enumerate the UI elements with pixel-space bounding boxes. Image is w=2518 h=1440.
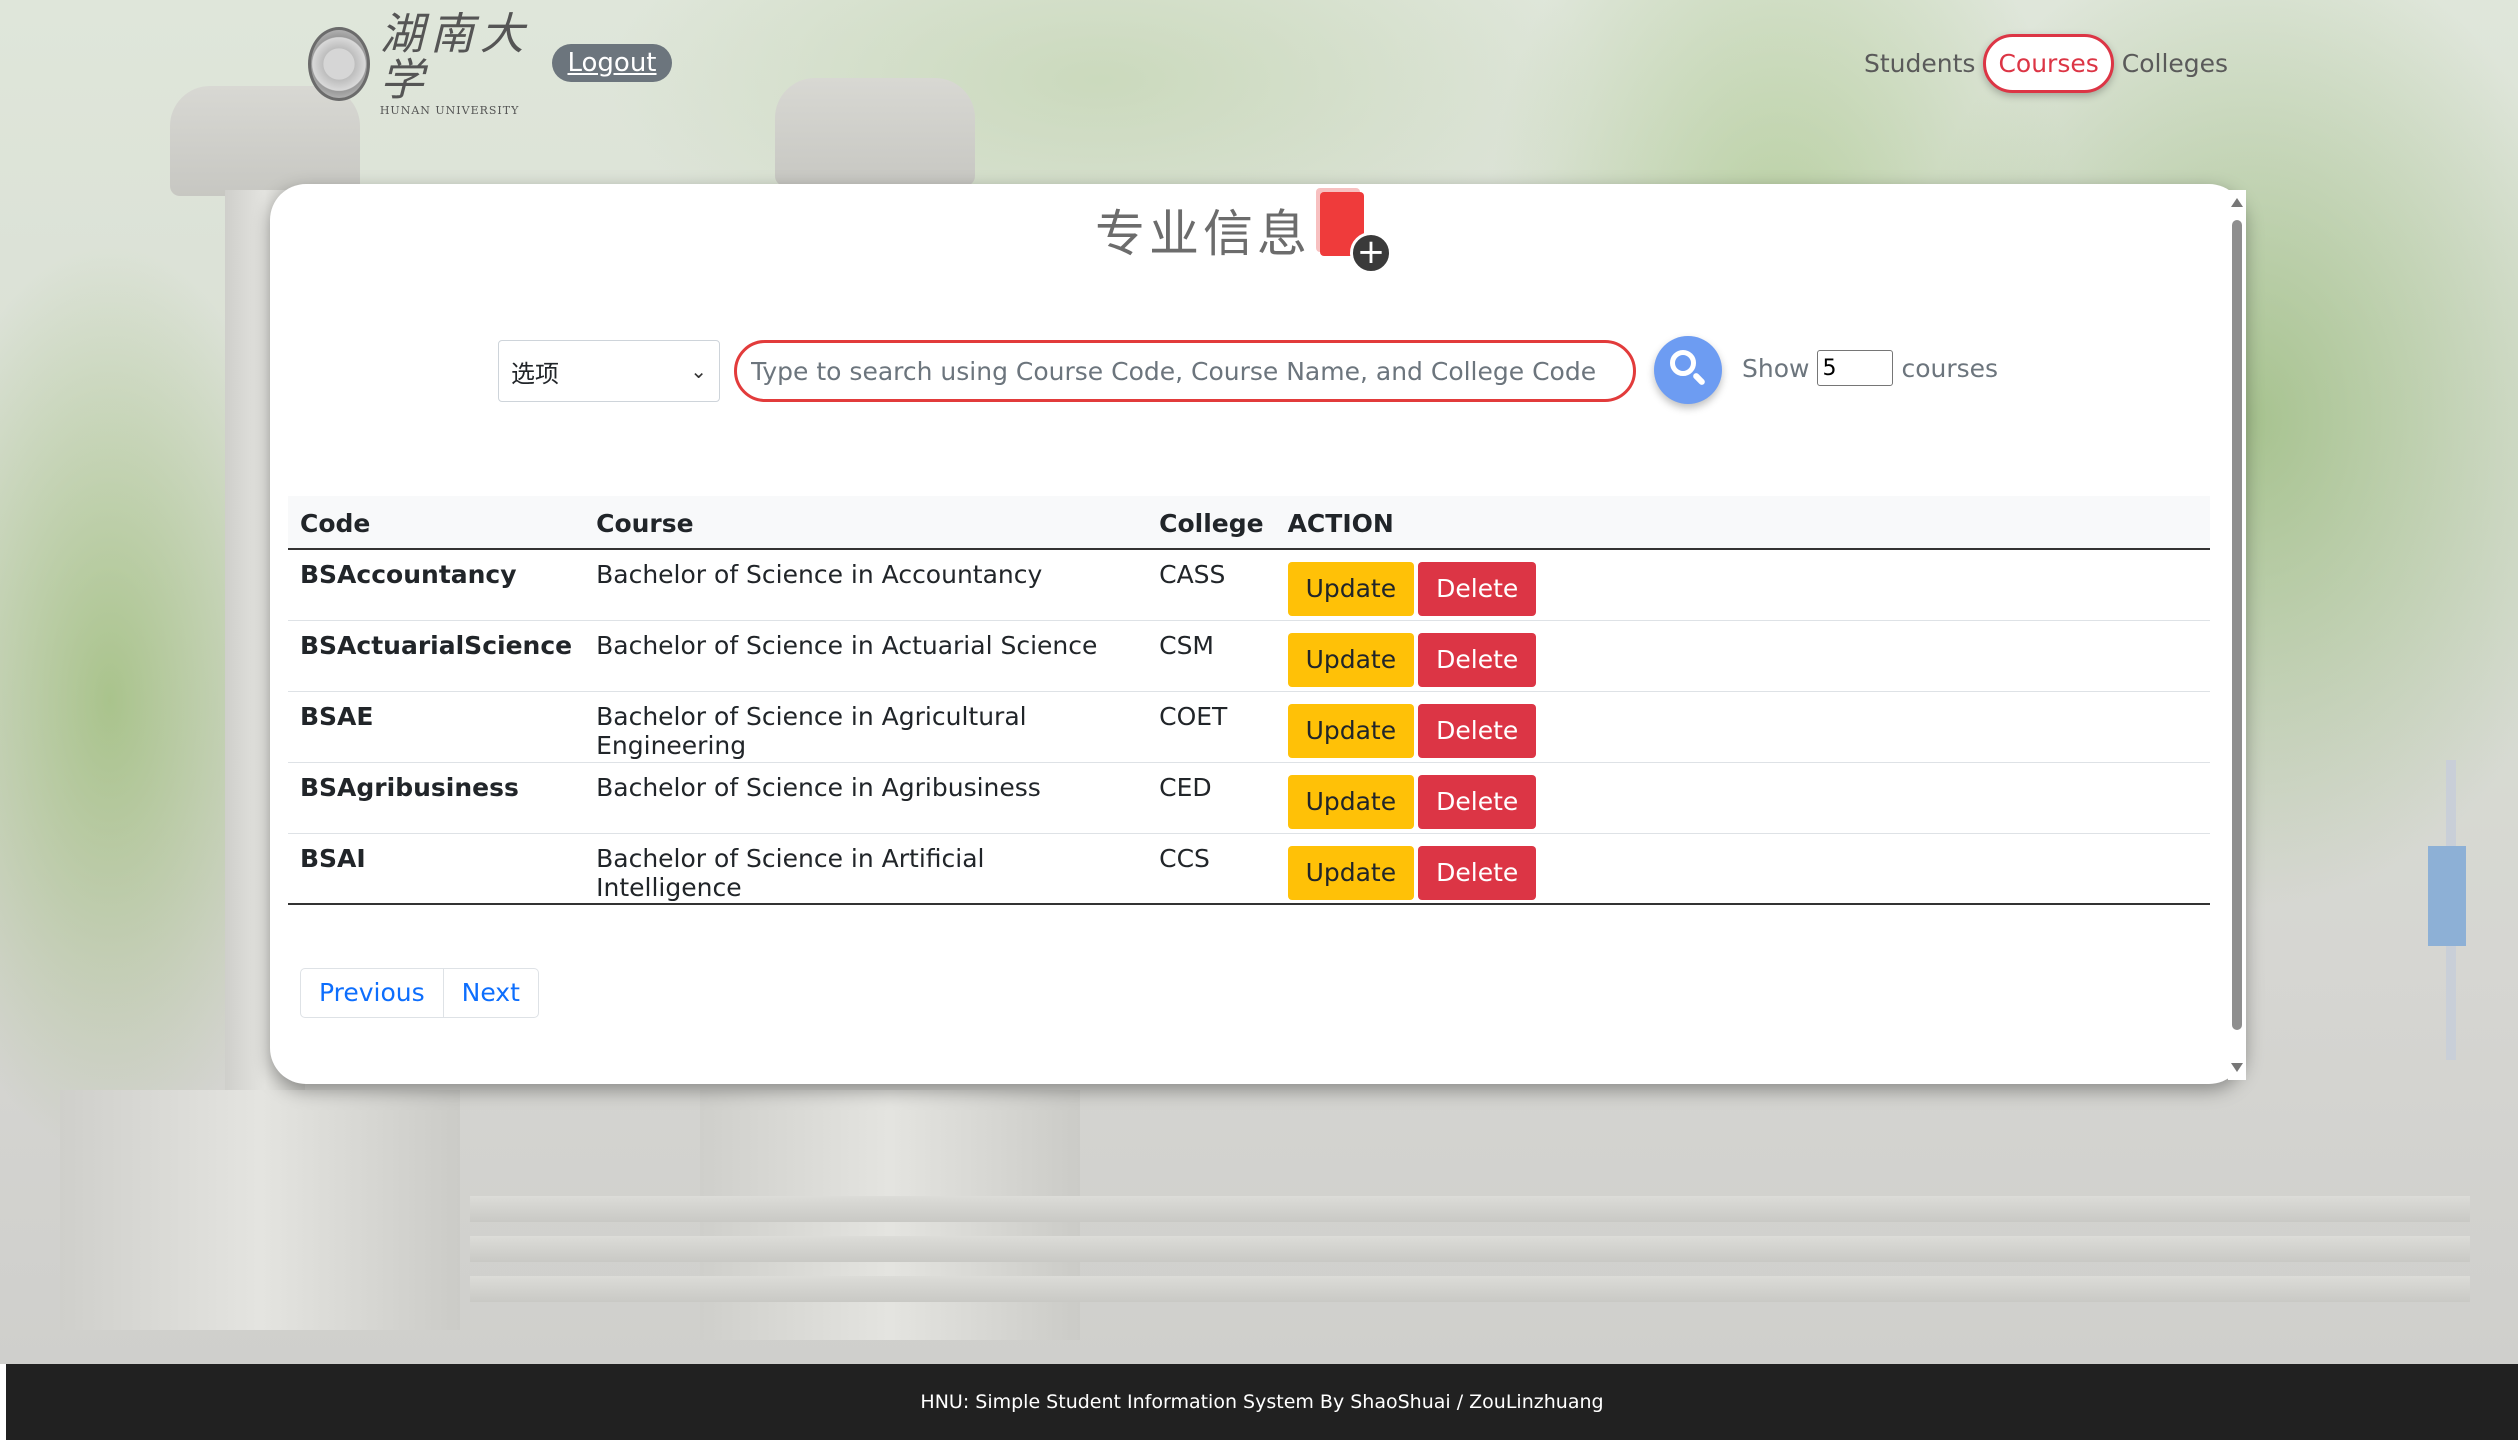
course-code: BSAI: [288, 833, 585, 905]
search-icon: [1670, 350, 1696, 376]
add-document-icon[interactable]: +: [1320, 192, 1400, 274]
filter-select[interactable]: 选项 ⌄: [498, 340, 720, 402]
delete-button[interactable]: Delete: [1418, 845, 1537, 900]
previous-page-button[interactable]: Previous: [300, 968, 444, 1018]
course-name: Bachelor of Science in Actuarial Science: [584, 620, 1148, 692]
course-name: Bachelor of Science in Artificial Intell…: [584, 833, 1148, 905]
table-header-row: Code Course College ACTION: [288, 496, 2210, 550]
college-code: CASS: [1147, 549, 1276, 621]
nav-students[interactable]: Students: [1858, 49, 1981, 78]
course-name: Bachelor of Science in Agribusiness: [584, 762, 1148, 834]
table-row: BSActuarialScience Bachelor of Science i…: [288, 620, 2210, 692]
course-name: Bachelor of Science in Agricultural Engi…: [584, 691, 1148, 763]
nav-courses[interactable]: Courses: [1983, 33, 2114, 93]
stair-step: [470, 1276, 2470, 1302]
row-actions: Update Delete: [1275, 620, 2210, 692]
pillar-base: [60, 1090, 460, 1330]
university-logo: 湖南大学 HUNAN UNIVERSITY: [308, 11, 544, 117]
show-suffix: courses: [1901, 353, 1999, 383]
college-code: COET: [1147, 691, 1276, 763]
table-row: BSAccountancy Bachelor of Science in Acc…: [288, 549, 2210, 621]
delete-button[interactable]: Delete: [1418, 562, 1537, 616]
filter-select-value: 选项: [511, 359, 559, 388]
pillar-capital: [775, 78, 975, 186]
update-button[interactable]: Update: [1287, 562, 1415, 616]
header-action: ACTION: [1275, 496, 2210, 550]
header-college: College: [1147, 496, 1276, 550]
courses-table: Code Course College ACTION BSAccountancy…: [288, 496, 2210, 905]
delete-button[interactable]: Delete: [1418, 632, 1537, 687]
scroll-down-arrow-icon[interactable]: [2231, 1063, 2243, 1072]
delete-button[interactable]: Delete: [1418, 703, 1537, 758]
college-code: CSM: [1147, 620, 1276, 692]
college-code: CED: [1147, 762, 1276, 834]
seal-icon: [308, 27, 370, 101]
delete-button[interactable]: Delete: [1418, 774, 1537, 829]
logo-chinese-text: 湖南大学: [379, 8, 530, 106]
row-actions: Update Delete: [1275, 833, 2210, 905]
row-actions: Update Delete: [1275, 549, 2210, 621]
show-label: Show: [1742, 353, 1810, 383]
nav-colleges[interactable]: Colleges: [2116, 49, 2234, 78]
courses-card: 专业信息 + 选项 ⌄ Show courses Code Course Col…: [270, 184, 2245, 1084]
logout-button[interactable]: Logout: [552, 44, 672, 82]
chevron-down-icon: ⌄: [690, 359, 707, 383]
footer: HNU: Simple Student Information System B…: [6, 1364, 2518, 1440]
update-button[interactable]: Update: [1287, 703, 1415, 758]
course-name: Bachelor of Science in Accountancy: [584, 549, 1148, 621]
card-scrollbar[interactable]: [2228, 190, 2246, 1080]
table-row: BSAI Bachelor of Science in Artificial I…: [288, 833, 2210, 905]
table-row: BSAgribusiness Bachelor of Science in Ag…: [288, 762, 2210, 834]
scroll-up-arrow-icon[interactable]: [2231, 198, 2243, 207]
pagination: Previous Next: [300, 968, 539, 1018]
course-code: BSAccountancy: [288, 549, 585, 621]
page-size-control: Show courses: [1742, 350, 1998, 386]
course-code: BSAE: [288, 691, 585, 763]
next-page-button[interactable]: Next: [443, 968, 539, 1018]
update-button[interactable]: Update: [1287, 845, 1415, 900]
row-actions: Update Delete: [1275, 762, 2210, 834]
search-input[interactable]: [734, 340, 1636, 402]
stair-step: [470, 1236, 2470, 1262]
update-button[interactable]: Update: [1287, 774, 1415, 829]
page-title: 专业信息: [1095, 205, 1311, 263]
course-code: BSActuarialScience: [288, 620, 585, 692]
college-code: CCS: [1147, 833, 1276, 905]
pillar-capital: [170, 86, 360, 196]
row-actions: Update Delete: [1275, 691, 2210, 763]
course-code: BSAgribusiness: [288, 762, 585, 834]
page-size-input[interactable]: [1817, 350, 1894, 386]
search-button[interactable]: [1654, 336, 1722, 404]
top-nav: Students Courses Colleges: [1858, 28, 2234, 98]
stair-step: [470, 1196, 2470, 1222]
street-sign: [2428, 846, 2466, 946]
header-course: Course: [584, 496, 1148, 550]
header-code: Code: [288, 496, 585, 550]
plus-icon: +: [1350, 232, 1392, 274]
update-button[interactable]: Update: [1287, 632, 1415, 687]
scroll-thumb[interactable]: [2232, 220, 2242, 1030]
logo-english-text: HUNAN UNIVERSITY: [379, 103, 520, 117]
table-row: BSAE Bachelor of Science in Agricultural…: [288, 691, 2210, 763]
